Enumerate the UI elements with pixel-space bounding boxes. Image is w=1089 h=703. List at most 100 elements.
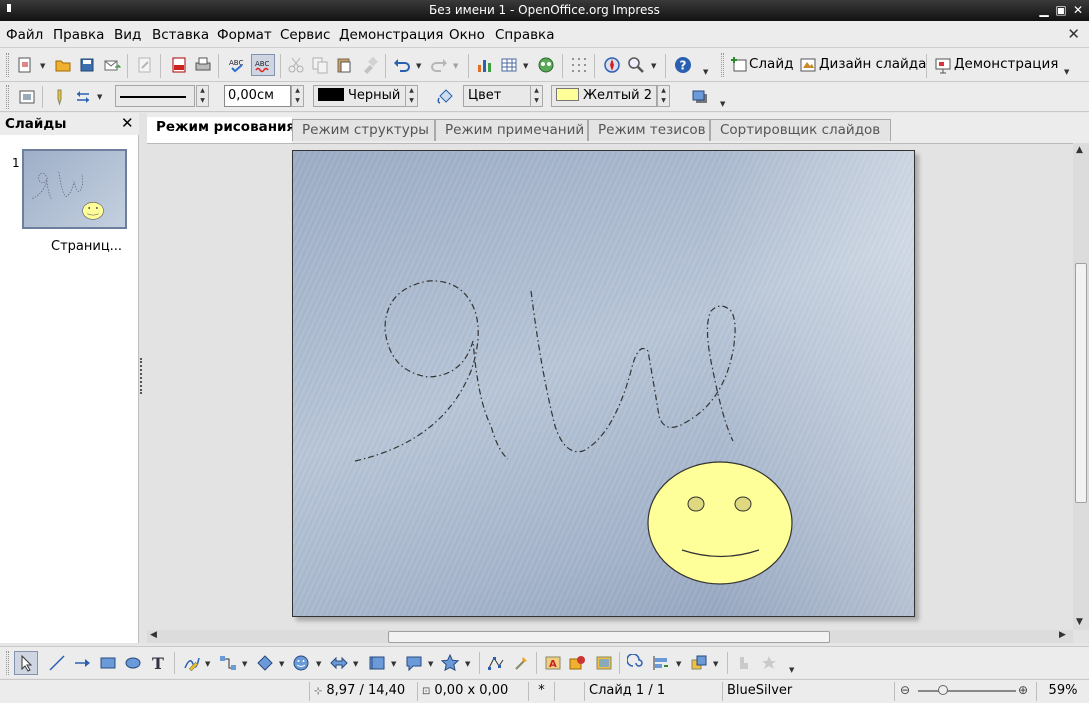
chevron-down-icon[interactable]: ▼: [205, 660, 210, 668]
line-width-field[interactable]: 0,00см: [224, 85, 291, 107]
zoom-slider-knob[interactable]: [938, 685, 948, 695]
zoom-out-icon[interactable]: ⊖: [900, 683, 910, 697]
chevron-down-icon[interactable]: ▼: [353, 660, 358, 668]
copy-icon[interactable]: [311, 56, 329, 74]
arrange-icon[interactable]: [690, 654, 708, 672]
zoom-icon[interactable]: [627, 56, 645, 74]
line-color-spinner[interactable]: ▲ ▼: [405, 85, 418, 107]
chevron-down-icon[interactable]: ▼: [428, 660, 433, 668]
toolbar-overflow-icon[interactable]: ▼: [720, 100, 725, 108]
minimize-icon[interactable]: ▁: [1037, 3, 1051, 17]
chevron-down-icon[interactable]: ▼: [391, 660, 396, 668]
line-width-spinner[interactable]: ▲ ▼: [291, 85, 304, 107]
horizontal-scroll-thumb[interactable]: [388, 631, 830, 643]
scroll-right-icon[interactable]: ▶: [1059, 630, 1066, 640]
area-style-select[interactable]: Цвет: [463, 85, 536, 107]
toolbar-overflow-icon[interactable]: ▼: [703, 68, 708, 76]
ellipse-tool-icon[interactable]: [124, 654, 142, 672]
email-icon[interactable]: [103, 56, 121, 74]
insert-image-icon[interactable]: [595, 654, 613, 672]
new-document-icon[interactable]: [16, 56, 34, 74]
chevron-down-icon[interactable]: ▼: [279, 660, 284, 668]
navigator-icon[interactable]: [603, 56, 621, 74]
tab-outline[interactable]: Режим структуры: [292, 119, 435, 141]
line-color-select[interactable]: Черный: [313, 85, 406, 107]
toolbar-grip[interactable]: [721, 53, 724, 77]
cut-icon[interactable]: [287, 56, 305, 74]
toggle-extrusion-icon[interactable]: [760, 654, 778, 672]
menu-help[interactable]: Справка: [495, 27, 554, 43]
vertical-scrollbar[interactable]: ▲ ▼: [1073, 143, 1089, 630]
toolbar-grip[interactable]: [6, 85, 9, 109]
vertical-scroll-thumb[interactable]: [1075, 263, 1087, 503]
spellcheck-icon[interactable]: ABC: [228, 56, 246, 74]
chevron-down-icon[interactable]: ▼: [242, 660, 247, 668]
tab-slide-sorter[interactable]: Сортировщик слайдов: [710, 119, 891, 141]
curve-tool-icon[interactable]: [183, 654, 201, 672]
display-grid-icon[interactable]: [537, 56, 555, 74]
slideshow-icon[interactable]: [934, 56, 952, 74]
toolbar-overflow-icon[interactable]: ▼: [789, 666, 794, 674]
close-document-icon[interactable]: ✕: [1067, 25, 1080, 43]
new-slide-icon[interactable]: [730, 56, 748, 74]
pane-splitter[interactable]: [139, 113, 147, 643]
block-arrows-icon[interactable]: [330, 654, 348, 672]
zoom-in-icon[interactable]: ⊕: [1018, 683, 1028, 697]
fontwork-icon[interactable]: A: [544, 654, 562, 672]
basic-shapes-icon[interactable]: [256, 654, 274, 672]
line-style-select[interactable]: [115, 85, 195, 107]
connector-tool-icon[interactable]: [219, 654, 237, 672]
menu-view[interactable]: Вид: [114, 27, 141, 43]
table-icon[interactable]: [500, 56, 518, 74]
slide-design-button[interactable]: Дизайн слайда: [819, 56, 926, 72]
status-zoom[interactable]: 59%: [1036, 682, 1089, 701]
menu-window[interactable]: Окно: [449, 27, 485, 43]
chart-icon[interactable]: [476, 56, 494, 74]
arrow-style-icon[interactable]: [74, 88, 92, 106]
print-icon[interactable]: [194, 56, 212, 74]
line-icon[interactable]: [50, 88, 68, 106]
line-tool-icon[interactable]: [48, 654, 66, 672]
menu-insert[interactable]: Вставка: [152, 27, 209, 43]
effects-icon[interactable]: [627, 654, 645, 672]
chevron-down-icon[interactable]: ▼: [416, 62, 421, 70]
chevron-down-icon[interactable]: ▼: [713, 660, 718, 668]
horizontal-scrollbar[interactable]: ◀ ▶: [147, 630, 1073, 643]
status-signature[interactable]: [554, 682, 584, 701]
chevron-down-icon[interactable]: ▼: [676, 660, 681, 668]
callouts-icon[interactable]: [405, 654, 423, 672]
area-color-spinner[interactable]: ▲ ▼: [657, 85, 670, 107]
tab-notes[interactable]: Режим примечаний: [435, 119, 588, 141]
menu-slideshow[interactable]: Демонстрация: [339, 27, 443, 43]
flowchart-icon[interactable]: [368, 654, 386, 672]
undo-icon[interactable]: [393, 56, 411, 74]
glue-points-icon[interactable]: [512, 654, 530, 672]
slide-thumbnail[interactable]: [22, 149, 127, 229]
gallery-icon[interactable]: [569, 654, 587, 672]
scroll-up-icon[interactable]: ▲: [1076, 145, 1083, 155]
slideshow-button[interactable]: Демонстрация: [954, 56, 1058, 72]
alignment-icon[interactable]: [652, 654, 670, 672]
shadow-icon[interactable]: [691, 88, 709, 106]
maximize-icon[interactable]: ▣: [1054, 3, 1068, 17]
toolbar-grip[interactable]: [6, 651, 9, 675]
format-paintbrush-icon[interactable]: [361, 56, 379, 74]
autospellcheck-icon[interactable]: ABC: [251, 54, 275, 76]
scroll-down-icon[interactable]: ▼: [1076, 617, 1083, 627]
chevron-down-icon[interactable]: ▼: [523, 62, 528, 70]
area-style-spinner[interactable]: ▲ ▼: [530, 85, 543, 107]
tab-drawing[interactable]: Режим рисования: [147, 117, 295, 143]
chevron-down-icon[interactable]: ▼: [651, 62, 656, 70]
redo-icon[interactable]: [430, 56, 448, 74]
export-pdf-icon[interactable]: [170, 56, 188, 74]
close-window-icon[interactable]: ✕: [1071, 3, 1085, 17]
symbol-shapes-icon[interactable]: [292, 654, 310, 672]
menu-file[interactable]: Файл: [6, 27, 43, 43]
area-fill-bucket-icon[interactable]: [436, 88, 454, 106]
stars-icon[interactable]: [441, 654, 459, 672]
chevron-down-icon[interactable]: ▼: [465, 660, 470, 668]
arrow-tool-icon[interactable]: [73, 654, 91, 672]
extrusion-icon[interactable]: [735, 654, 753, 672]
menu-format[interactable]: Формат: [217, 27, 272, 43]
chevron-down-icon[interactable]: ▼: [40, 62, 45, 70]
